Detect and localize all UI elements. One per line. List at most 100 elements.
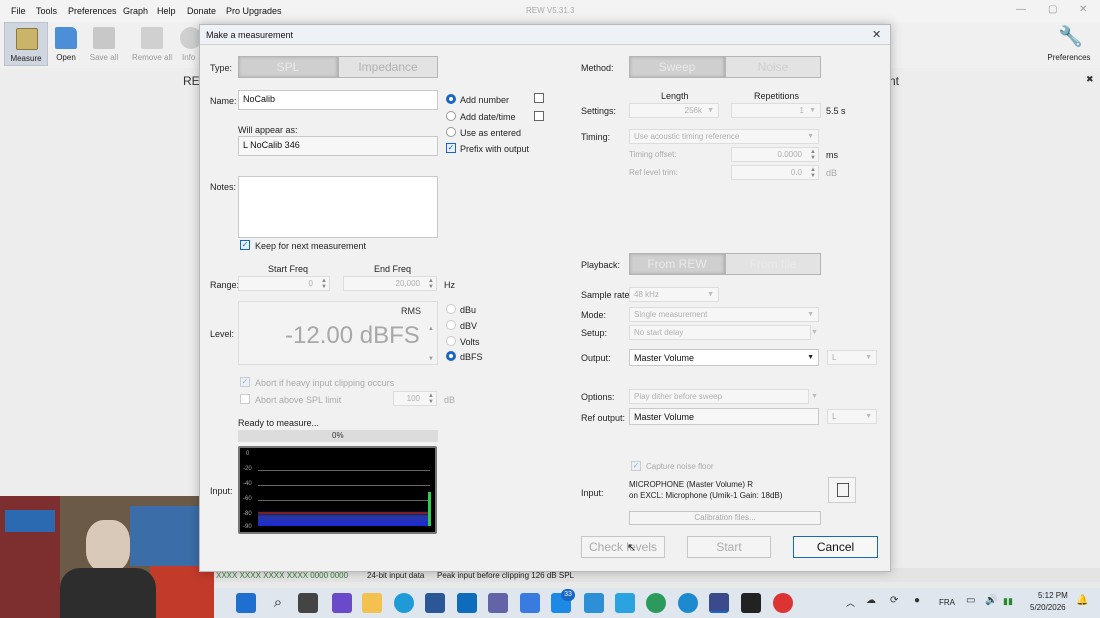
output-dropdown-icon[interactable]: ▼ <box>807 354 814 361</box>
tray-mic-icon[interactable]: ● <box>914 595 920 606</box>
panel-close-icon[interactable]: ✖ <box>1086 74 1094 85</box>
preferences-button[interactable]: 🔧 Preferences <box>1044 22 1094 66</box>
windows-start-icon[interactable] <box>236 593 256 613</box>
notes-textarea[interactable] <box>238 176 438 238</box>
recorder-icon[interactable] <box>773 593 793 613</box>
end-freq-spinner-icon[interactable]: ▲ ▼ <box>428 278 434 290</box>
browser-icon[interactable] <box>646 593 666 613</box>
vscode-icon[interactable] <box>615 593 635 613</box>
timing-offset-input[interactable]: 0.0000 ▲ ▼ <box>731 147 819 162</box>
output-channel-dropdown-icon[interactable]: ▼ <box>865 354 872 361</box>
tray-time[interactable]: 5:12 PM <box>1038 591 1068 600</box>
store-icon[interactable] <box>425 593 445 613</box>
method-sweep-button[interactable]: Sweep <box>629 56 725 78</box>
rew-taskbar-icon[interactable] <box>709 593 729 613</box>
use-as-entered-radio[interactable] <box>446 127 456 137</box>
tray-cloud-icon[interactable]: ☁ <box>866 595 876 606</box>
calendar-icon[interactable] <box>534 93 544 103</box>
repetitions-dropdown-icon[interactable]: ▼ <box>809 107 816 114</box>
unit-dbu-radio[interactable] <box>446 304 456 314</box>
tray-chevron-icon[interactable]: ︿ <box>846 596 855 609</box>
start-freq-input[interactable]: 0 ▲ ▼ <box>238 276 330 291</box>
prefix-output-checkbox[interactable]: ✓ <box>446 143 456 153</box>
timing-dropdown-icon[interactable]: ▼ <box>807 133 814 140</box>
search-icon[interactable]: ⌕ <box>268 593 288 613</box>
menu-help[interactable]: Help <box>157 6 176 16</box>
task-view-icon[interactable] <box>298 593 318 613</box>
name-input[interactable]: NoCalib <box>238 90 438 110</box>
menu-file[interactable]: File <box>11 6 26 16</box>
output-select[interactable]: Master Volume ▼ <box>629 349 819 366</box>
output-channel-select[interactable]: L ▼ <box>827 350 877 365</box>
tray-volume-icon[interactable]: 🔊 <box>985 595 997 606</box>
ref-output-channel-select[interactable]: L ▼ <box>827 409 877 424</box>
mode-select[interactable]: Single measurement ▼ <box>629 307 819 322</box>
spl-limit-input[interactable]: 100 ▲ ▼ <box>393 391 437 406</box>
teams-icon[interactable] <box>488 593 508 613</box>
abort-spl-checkbox[interactable] <box>240 394 250 404</box>
ref-trim-spinner-icon[interactable]: ▲ ▼ <box>810 167 816 179</box>
unit-dbv-radio[interactable] <box>446 320 456 330</box>
timing-select[interactable]: Use acoustic timing reference ▼ <box>629 129 819 144</box>
app-icon[interactable] <box>741 593 761 613</box>
outlook-icon[interactable] <box>457 593 477 613</box>
measure-button[interactable]: Measure <box>4 22 48 66</box>
menu-graph[interactable]: Graph <box>123 6 148 16</box>
ref-output-channel-dropdown-icon[interactable]: ▼ <box>865 413 872 420</box>
minimize-icon[interactable]: — <box>1016 4 1026 15</box>
photos-icon[interactable] <box>584 593 604 613</box>
menu-pro-upgrades[interactable]: Pro Upgrades <box>226 6 282 16</box>
menu-preferences[interactable]: Preferences <box>68 6 117 16</box>
repetitions-select[interactable]: 1 ▼ <box>731 103 821 118</box>
menu-donate[interactable]: Donate <box>187 6 216 16</box>
input-settings-button[interactable] <box>828 477 856 503</box>
file-explorer-icon[interactable] <box>362 593 382 613</box>
tray-battery-icon[interactable]: ▮▮ <box>1003 596 1013 607</box>
spl-limit-spinner-icon[interactable]: ▲ ▼ <box>428 393 434 405</box>
level-display[interactable]: RMS -12.00 dBFS ▲ ▼ <box>238 301 438 365</box>
tray-display-icon[interactable]: ▭ <box>966 595 975 606</box>
options-select[interactable]: Play dither before sweep <box>629 389 809 404</box>
cancel-button[interactable]: Cancel <box>793 536 878 558</box>
tray-sync-icon[interactable]: ⟳ <box>890 595 898 606</box>
playback-file-button[interactable]: From file <box>725 253 821 275</box>
setup-dropdown-icon[interactable]: ▼ <box>811 329 818 336</box>
mode-dropdown-icon[interactable]: ▼ <box>807 311 814 318</box>
sample-rate-select[interactable]: 48 kHz ▼ <box>629 287 719 302</box>
add-datetime-radio[interactable] <box>446 111 456 121</box>
setup-select[interactable]: No start delay <box>629 325 811 340</box>
length-select[interactable]: 256k ▼ <box>629 103 719 118</box>
level-spinner-icon[interactable]: ▲ ▼ <box>428 314 434 364</box>
maximize-icon[interactable]: ▢ <box>1048 4 1057 15</box>
timing-offset-spinner-icon[interactable]: ▲ ▼ <box>810 149 816 161</box>
options-dropdown-icon[interactable]: ▼ <box>811 393 818 400</box>
mail-icon[interactable] <box>520 593 540 613</box>
unit-dbfs-radio[interactable] <box>446 351 456 361</box>
tray-date[interactable]: 5/20/2026 <box>1030 603 1066 612</box>
edge-dev-icon[interactable] <box>678 593 698 613</box>
add-number-radio[interactable] <box>446 94 456 104</box>
copilot-icon[interactable] <box>332 593 352 613</box>
type-impedance-button[interactable]: Impedance <box>338 56 438 78</box>
playback-rew-button[interactable]: From REW <box>629 253 725 275</box>
save-all-button[interactable]: Save all <box>82 22 126 66</box>
check-levels-button[interactable]: Check levels <box>581 536 665 558</box>
start-button[interactable]: Start <box>687 536 771 558</box>
end-freq-input[interactable]: 20,000 ▲ ▼ <box>343 276 437 291</box>
remove-all-button[interactable]: Remove all <box>130 22 174 66</box>
menu-tools[interactable]: Tools <box>36 6 57 16</box>
tray-notification-icon[interactable]: 🔔 <box>1076 595 1088 606</box>
type-spl-button[interactable]: SPL <box>238 56 338 78</box>
start-freq-spinner-icon[interactable]: ▲ ▼ <box>321 278 327 290</box>
unit-volts-radio[interactable] <box>446 336 456 346</box>
window-close-icon[interactable]: ✕ <box>1079 4 1087 15</box>
capture-noise-checkbox[interactable]: ✓ <box>631 461 641 471</box>
method-noise-button[interactable]: Noise <box>725 56 821 78</box>
dialog-close-icon[interactable]: ✕ <box>872 28 881 41</box>
abort-clipping-checkbox[interactable]: ✓ <box>240 377 250 387</box>
ref-output-value[interactable]: Master Volume <box>629 408 819 425</box>
length-dropdown-icon[interactable]: ▼ <box>707 107 714 114</box>
tray-language[interactable]: FRA <box>939 598 955 607</box>
keep-next-checkbox[interactable]: ✓ <box>240 240 250 250</box>
calibration-files-button[interactable]: Calibration files... <box>629 511 821 525</box>
